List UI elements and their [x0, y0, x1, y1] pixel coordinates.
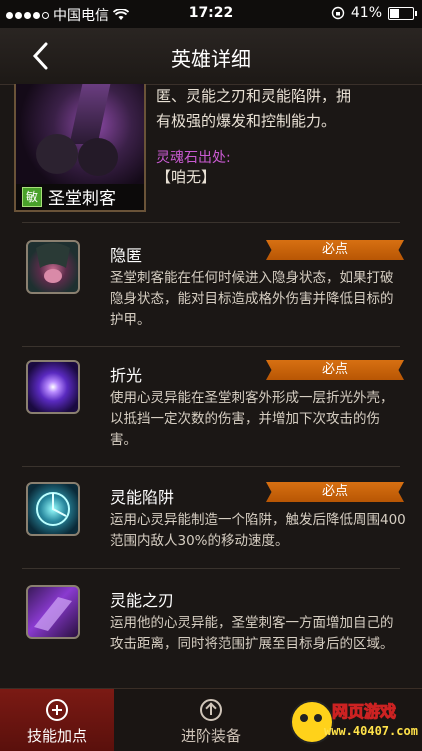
skill-name: 折光 [110, 366, 143, 385]
rotation-lock-icon [331, 6, 345, 20]
skill-description: 使用心灵异能在圣堂刺客外形成一层折光外壳，以抵挡一定次数的伤害，并增加下次攻击的… [110, 390, 394, 448]
tab-label: 进阶装备 [180, 727, 241, 745]
soul-stone-label: 灵魂石出处: [156, 150, 231, 166]
page-title: 英雄详细 [171, 47, 251, 71]
must-learn-tag: 必点 [266, 360, 404, 380]
tab-label: 技能加点 [26, 727, 87, 745]
arrow-up-circle-icon [200, 699, 222, 721]
tab-advanced-gear[interactable]: 进阶装备 [154, 689, 268, 751]
divider [22, 222, 400, 223]
hero-desc-line: 有极强的爆发和控制能力。 [156, 112, 337, 130]
divider [22, 568, 400, 569]
battery-icon [388, 6, 417, 20]
divider [22, 466, 400, 467]
refraction-icon [26, 360, 80, 414]
plus-circle-icon [46, 699, 68, 721]
watermark-url: www.40407.com [324, 724, 418, 738]
hero-portrait: 敏 圣堂刺客 [14, 84, 146, 212]
nav-header: 英雄详细 [0, 28, 422, 85]
skill-name: 隐匿 [110, 246, 143, 265]
agility-badge: 敏 [22, 186, 42, 207]
must-learn-tag: 必点 [266, 482, 404, 502]
hero-name: 圣堂刺客 [48, 189, 116, 209]
status-bar: 中国电信 17:22 41% [0, 0, 422, 28]
watermark-title: 网页游戏 [331, 702, 397, 722]
skill-description: 运用心灵异能制造一个陷阱，触发后降低周围400范围内敌人30%的移动速度。 [110, 512, 406, 549]
tab-skill-points[interactable]: 技能加点 [0, 689, 114, 751]
soul-stone-source: 【咱无】 [156, 168, 217, 186]
psionic-trap-icon [26, 482, 80, 536]
site-watermark: 网页游戏 www.40407.com [290, 694, 422, 750]
divider [22, 346, 400, 347]
hero-description: 匿、灵能之刃和灵能陷阱，拥 有极强的爆发和控制能力。 [156, 84, 408, 134]
must-learn-tag: 必点 [266, 240, 404, 260]
skill-name: 灵能之刃 [110, 591, 175, 610]
hero-image [16, 84, 144, 184]
skill-name: 灵能陷阱 [110, 488, 175, 507]
skill-description: 圣堂刺客能在任何时候进入隐身状态，如果打破隐身状态，能对目标造成格外伤害并降低目… [110, 270, 394, 328]
hero-desc-line: 匿、灵能之刃和灵能陷阱，拥 [156, 87, 352, 105]
stealth-icon [26, 240, 80, 294]
psi-blades-icon [26, 585, 80, 639]
skill-description: 运用他的心灵异能，圣堂刺客一方面增加自己的攻击距离，同时将范围扩展至目标身后的区… [110, 615, 394, 652]
battery-percent: 41% [350, 5, 382, 21]
